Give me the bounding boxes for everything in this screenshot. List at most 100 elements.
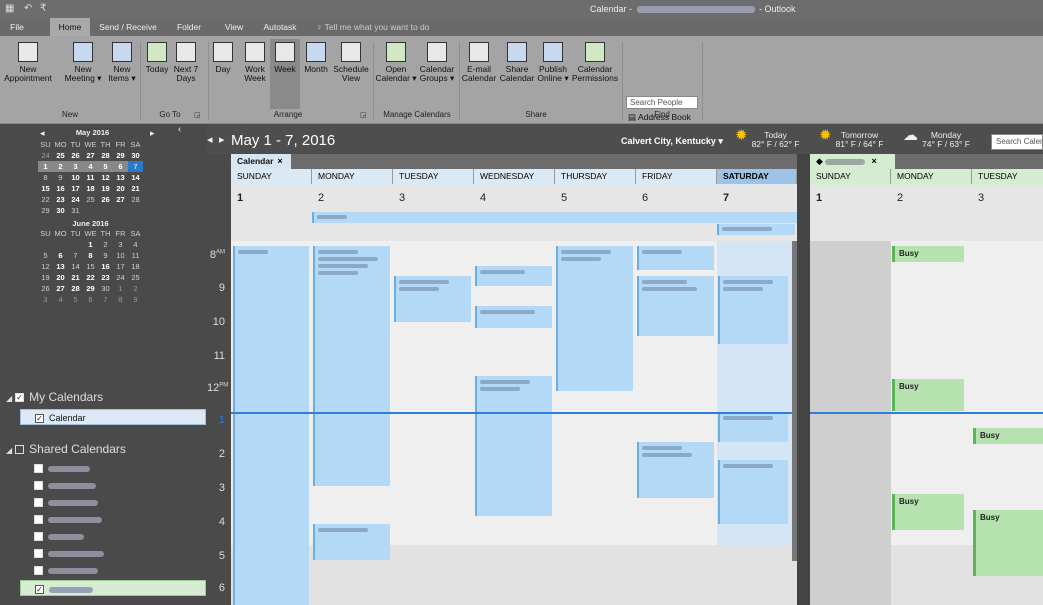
day-cell[interactable]: 17 [68, 183, 83, 194]
day-cell[interactable]: 4 [128, 239, 143, 250]
day-cell[interactable]: 2 [98, 239, 113, 250]
day-header[interactable]: SUNDAY [231, 169, 312, 184]
day-cell[interactable]: 30 [128, 150, 143, 161]
calendar-event[interactable] [556, 246, 633, 391]
day-cell[interactable]: 25 [128, 272, 143, 283]
day-cell[interactable]: 7 [98, 294, 113, 305]
publish-online-button[interactable]: Publish Online ▾ [536, 39, 570, 83]
calendar-event[interactable] [313, 524, 390, 560]
checkbox[interactable]: ✓ [15, 393, 25, 403]
day-cell[interactable]: 16 [53, 183, 68, 194]
today-button[interactable]: Today [143, 39, 171, 74]
day-cell[interactable]: 30 [98, 283, 113, 294]
day-cell[interactable]: 8 [113, 294, 128, 305]
calendar-event[interactable] [313, 246, 390, 486]
tab-home[interactable]: Home [50, 18, 90, 36]
day-cell[interactable]: 6 [83, 294, 98, 305]
day-cell[interactable]: 20 [53, 272, 68, 283]
day-cell[interactable] [68, 239, 83, 250]
all-day-event[interactable] [717, 224, 795, 235]
busy-block[interactable]: Busy [892, 246, 964, 262]
day-cell[interactable]: 27 [53, 283, 68, 294]
calendar-event[interactable] [637, 276, 714, 336]
my-calendars-header[interactable]: ◢ ✓ My Calendars [6, 390, 103, 404]
previous-week-icon[interactable]: ◂ [207, 133, 213, 146]
next-7-days-button[interactable]: Next 7 Days [171, 39, 201, 83]
shared-calendar-item[interactable] [34, 565, 98, 576]
day-view-button[interactable]: Day [210, 39, 236, 74]
day-cell[interactable]: 24 [113, 272, 128, 283]
calendar-event[interactable] [637, 442, 714, 498]
day-header[interactable]: TUESDAY [972, 169, 1043, 184]
day-cell[interactable]: 19 [98, 183, 113, 194]
day-cell[interactable]: 11 [83, 172, 98, 183]
email-calendar-button[interactable]: E-mail Calendar [460, 39, 498, 83]
checkbox[interactable] [34, 464, 43, 474]
arrow-left-icon[interactable]: ◆ [816, 156, 823, 166]
calendar-permissions-button[interactable]: Calendar Permissions [570, 39, 620, 83]
day-cell[interactable]: 25 [83, 194, 98, 205]
day-cell[interactable] [113, 205, 128, 216]
day-cell[interactable]: 31 [68, 205, 83, 216]
day-cell[interactable]: 26 [38, 283, 53, 294]
new-items-button[interactable]: New Items ▾ [105, 39, 139, 83]
tab-autotask[interactable]: Autotask [260, 18, 300, 36]
day-header-today[interactable]: SATURDAY [717, 169, 797, 184]
day-cell[interactable]: 18 [83, 183, 98, 194]
day-cell[interactable]: 24 [68, 194, 83, 205]
day-cell[interactable]: 5 [98, 161, 113, 172]
shared-calendar-item-selected[interactable]: ✓ [20, 580, 206, 596]
close-icon[interactable]: × [277, 156, 282, 166]
shared-calendar-tab[interactable]: ◆ × [810, 154, 895, 169]
day-cell[interactable]: 25 [53, 150, 68, 161]
day-cell[interactable]: 10 [68, 172, 83, 183]
day-cell[interactable]: 27 [113, 194, 128, 205]
day-cell[interactable]: 21 [68, 272, 83, 283]
calendar-event[interactable] [394, 276, 471, 322]
day-header[interactable]: MONDAY [312, 169, 393, 184]
day-cell[interactable]: 21 [128, 183, 143, 194]
day-cell[interactable]: 1 [38, 161, 53, 172]
day-cell[interactable]: 20 [113, 183, 128, 194]
calendar-item-calendar[interactable]: ✓ Calendar [20, 409, 206, 425]
checkbox[interactable] [34, 566, 43, 576]
checkbox[interactable]: ✓ [35, 585, 44, 595]
day-cell[interactable]: 2 [53, 161, 68, 172]
checkbox[interactable] [15, 445, 25, 455]
tab-send-receive[interactable]: Send / Receive [92, 18, 164, 36]
shared-calendar-item[interactable] [34, 531, 84, 542]
day-cell[interactable]: 22 [83, 272, 98, 283]
dialog-launcher-icon[interactable]: ◲ [194, 111, 201, 119]
day-cell[interactable]: 28 [98, 150, 113, 161]
day-header[interactable]: THURSDAY [555, 169, 636, 184]
busy-block[interactable]: Busy [973, 510, 1043, 576]
day-cell[interactable]: 24 [38, 150, 53, 161]
day-cell[interactable]: 12 [38, 261, 53, 272]
day-cell[interactable] [53, 239, 68, 250]
schedule-view-button[interactable]: Schedule View [331, 39, 371, 83]
day-header[interactable]: FRIDAY [636, 169, 717, 184]
day-cell[interactable]: 9 [53, 172, 68, 183]
quick-access-dropdown-icon[interactable]: ₹ [40, 3, 46, 14]
day-cell[interactable] [83, 205, 98, 216]
busy-block[interactable]: Busy [892, 494, 964, 530]
day-header[interactable]: MONDAY [891, 169, 972, 184]
calendar-event[interactable] [475, 376, 552, 516]
day-cell[interactable]: 5 [68, 294, 83, 305]
month-view-button[interactable]: Month [301, 39, 331, 74]
next-week-icon[interactable]: ▸ [219, 133, 225, 146]
day-cell[interactable]: 6 [53, 250, 68, 261]
day-header[interactable]: SUNDAY [810, 169, 891, 184]
day-cell[interactable]: 19 [38, 272, 53, 283]
all-day-area[interactable] [810, 185, 1043, 241]
calendar-event[interactable] [475, 266, 552, 286]
day-cell[interactable]: 16 [98, 261, 113, 272]
all-day-event[interactable] [312, 212, 797, 223]
busy-block[interactable]: Busy [892, 379, 964, 411]
calendar-groups-button[interactable]: Calendar Groups ▾ [417, 39, 457, 83]
weather-location[interactable]: Calvert City, Kentucky ▾ [621, 136, 723, 147]
day-cell[interactable]: 22 [38, 194, 53, 205]
day-cell[interactable]: 26 [98, 194, 113, 205]
day-cell[interactable]: 23 [98, 272, 113, 283]
day-cell[interactable]: 27 [83, 150, 98, 161]
